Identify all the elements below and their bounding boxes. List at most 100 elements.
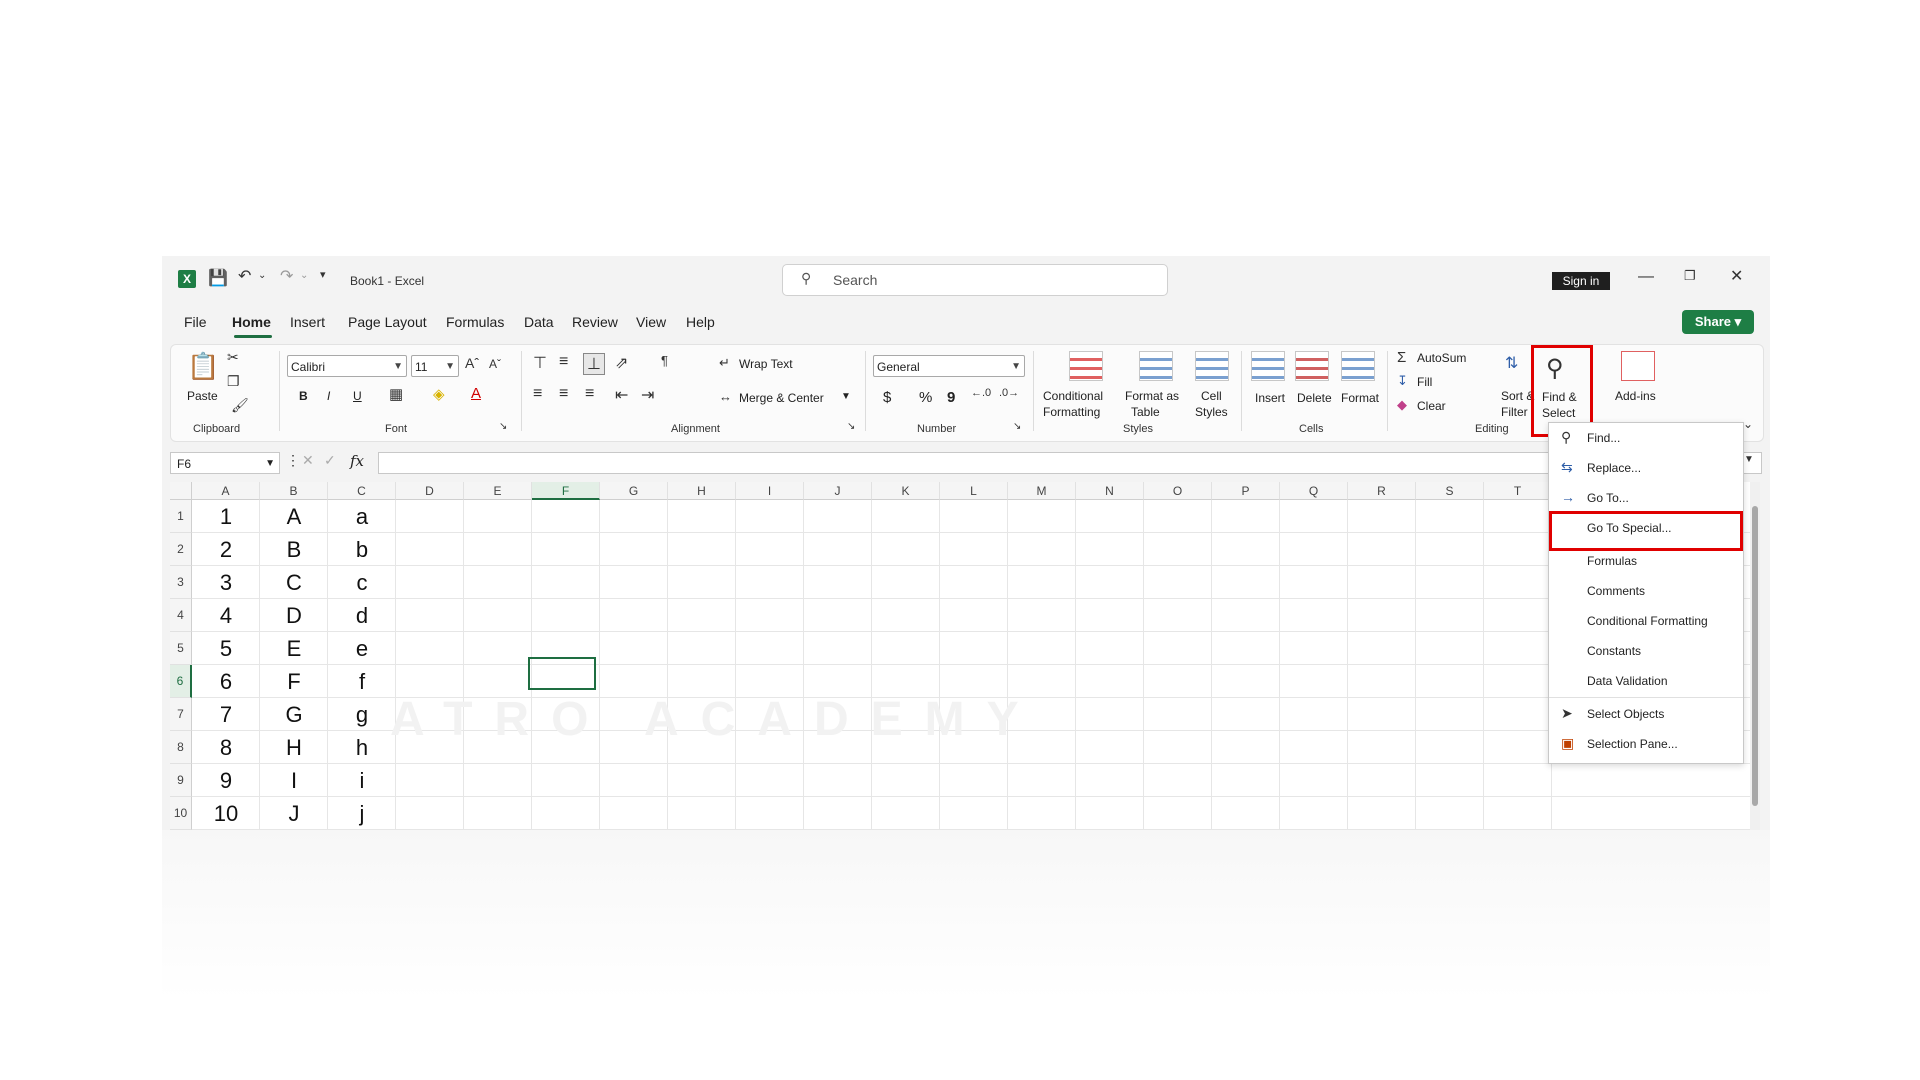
column-header-f[interactable]: F — [532, 482, 600, 500]
cell-styles-icon[interactable] — [1195, 351, 1229, 381]
clear-button[interactable]: Clear — [1417, 399, 1446, 413]
row-header-10[interactable]: 10 — [170, 797, 192, 830]
align-middle-icon[interactable]: ≡ — [559, 353, 568, 371]
column-header-a[interactable]: A — [192, 482, 260, 500]
increase-decimal-icon[interactable]: ←.0 — [971, 387, 991, 399]
sort-filter-icon[interactable]: ⇅ — [1505, 353, 1518, 373]
column-header-e[interactable]: E — [464, 482, 532, 500]
align-right-icon[interactable]: ≡ — [585, 385, 594, 403]
row-header-8[interactable]: 8 — [170, 731, 192, 764]
restore-icon[interactable]: ❐ — [1684, 268, 1696, 284]
format-painter-icon[interactable]: 🖌 — [231, 397, 249, 414]
cell-a2[interactable]: 2 — [192, 533, 260, 566]
decrease-decimal-icon[interactable]: .0→ — [999, 387, 1019, 399]
row-header-7[interactable]: 7 — [170, 698, 192, 731]
merge-center-button[interactable]: Merge & Center — [739, 391, 824, 405]
menu-item-conditional-formatting[interactable]: Conditional Formatting — [1587, 614, 1708, 628]
menu-item-select-objects[interactable]: Select Objects — [1587, 707, 1664, 721]
merge-icon[interactable]: ↔ — [719, 389, 732, 404]
expand-formula-bar-icon[interactable]: ▼ — [1744, 454, 1754, 465]
format-as-table-icon[interactable] — [1139, 351, 1173, 381]
italic-button[interactable]: I — [327, 389, 330, 403]
autosum-icon[interactable]: Σ — [1397, 349, 1406, 366]
cell-a8[interactable]: 8 — [192, 731, 260, 764]
cell-b3[interactable]: C — [260, 566, 328, 599]
fill-button[interactable]: Fill — [1417, 375, 1432, 389]
tab-data[interactable]: Data — [524, 314, 554, 330]
column-header-i[interactable]: I — [736, 482, 804, 500]
tab-insert[interactable]: Insert — [290, 314, 325, 330]
minimize-icon[interactable]: — — [1638, 268, 1654, 286]
row-header-6[interactable]: 6 — [170, 665, 192, 698]
cell-styles-label-2[interactable]: Styles — [1195, 405, 1228, 419]
redo-icon[interactable]: ↷ — [280, 266, 293, 286]
menu-item-go-to[interactable]: Go To... — [1587, 491, 1629, 505]
row-header-1[interactable]: 1 — [170, 500, 192, 533]
row-header-5[interactable]: 5 — [170, 632, 192, 665]
tab-formulas[interactable]: Formulas — [446, 314, 504, 330]
cell-c8[interactable]: h — [328, 731, 396, 764]
cell-b9[interactable]: I — [260, 764, 328, 797]
number-format-combo[interactable]: General ▼ — [873, 355, 1025, 377]
wrap-text-icon[interactable]: ↵ — [719, 355, 730, 371]
menu-item-replace[interactable]: Replace... — [1587, 461, 1641, 475]
fill-color-icon[interactable]: ◈ — [433, 385, 445, 403]
column-header-c[interactable]: C — [328, 482, 396, 500]
sort-filter-label-1[interactable]: Sort & — [1501, 389, 1534, 403]
borders-icon[interactable]: ▦ — [389, 385, 403, 403]
chevron-down-icon[interactable]: ▼ — [841, 391, 851, 402]
cell-c4[interactable]: d — [328, 599, 396, 632]
cell-a7[interactable]: 7 — [192, 698, 260, 731]
font-name-combo[interactable]: Calibri ▼ — [287, 355, 407, 377]
dialog-launcher-icon[interactable]: ↘ — [1013, 421, 1021, 432]
enter-icon[interactable]: ✓ — [324, 452, 336, 469]
cell-b4[interactable]: D — [260, 599, 328, 632]
conditional-formatting-icon[interactable] — [1069, 351, 1103, 381]
font-size-combo[interactable]: 11 ▼ — [411, 355, 459, 377]
rtl-icon[interactable]: ¶ — [661, 353, 668, 368]
cell-b6[interactable]: F — [260, 665, 328, 698]
row-header-9[interactable]: 9 — [170, 764, 192, 797]
fill-icon[interactable]: ↧ — [1397, 373, 1408, 389]
column-header-b[interactable]: B — [260, 482, 328, 500]
insert-function-button[interactable]: fx — [350, 452, 364, 470]
cell-c1[interactable]: a — [328, 500, 396, 533]
cell-b10[interactable]: J — [260, 797, 328, 830]
column-header-s[interactable]: S — [1416, 482, 1484, 500]
menu-item-comments[interactable]: Comments — [1587, 584, 1645, 598]
column-header-t[interactable]: T — [1484, 482, 1552, 500]
column-header-q[interactable]: Q — [1280, 482, 1348, 500]
column-header-p[interactable]: P — [1212, 482, 1280, 500]
menu-item-data-validation[interactable]: Data Validation — [1587, 674, 1668, 688]
select-all-corner[interactable] — [170, 482, 192, 500]
column-header-r[interactable]: R — [1348, 482, 1416, 500]
cell-b5[interactable]: E — [260, 632, 328, 665]
underline-button[interactable]: U — [353, 389, 362, 403]
tab-file[interactable]: File — [184, 314, 207, 330]
delete-cells-icon[interactable] — [1295, 351, 1329, 381]
currency-button[interactable]: $ — [883, 389, 891, 406]
add-ins-button[interactable]: Add-ins — [1615, 389, 1656, 403]
orientation-icon[interactable]: ⇗ — [615, 353, 628, 373]
tab-home[interactable]: Home — [232, 314, 271, 330]
copy-icon[interactable]: ❐ — [227, 373, 240, 390]
cell-a1[interactable]: 1 — [192, 500, 260, 533]
cell-styles-label-1[interactable]: Cell — [1201, 389, 1222, 403]
redo-dropdown-icon[interactable]: ⌄ — [300, 270, 308, 281]
align-top-icon[interactable]: ⊤ — [533, 353, 547, 373]
cell-b8[interactable]: H — [260, 731, 328, 764]
column-header-n[interactable]: N — [1076, 482, 1144, 500]
row-header-4[interactable]: 4 — [170, 599, 192, 632]
paste-label[interactable]: Paste — [187, 389, 218, 403]
cell-a3[interactable]: 3 — [192, 566, 260, 599]
menu-item-find[interactable]: Find... — [1587, 431, 1620, 445]
align-left-icon[interactable]: ≡ — [533, 385, 542, 403]
cut-icon[interactable]: ✂ — [227, 349, 239, 366]
format-as-table-label-1[interactable]: Format as — [1125, 389, 1179, 403]
tab-page-layout[interactable]: Page Layout — [348, 314, 427, 330]
column-header-g[interactable]: G — [600, 482, 668, 500]
menu-item-selection-pane[interactable]: Selection Pane... — [1587, 737, 1678, 751]
increase-font-icon[interactable]: Aˆ — [465, 355, 479, 371]
collapse-ribbon-icon[interactable]: ⌄ — [1743, 417, 1753, 431]
column-header-l[interactable]: L — [940, 482, 1008, 500]
